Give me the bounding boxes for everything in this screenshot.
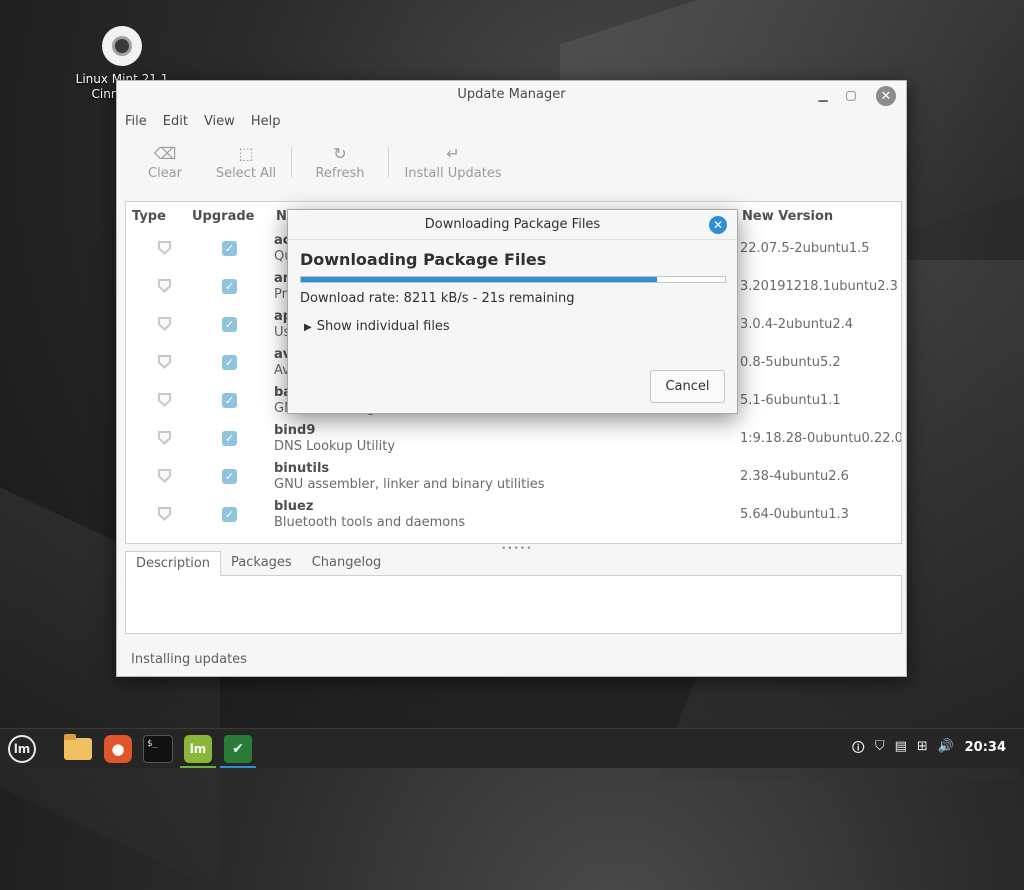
download-rate-text: Download rate: 8211 kB/s - 21s remaining — [300, 291, 575, 306]
package-version: 3.0.4-2ubuntu2.4 — [740, 317, 854, 332]
taskbar: lm ● $_ lm ✔ 🛈 ⛉ ▤ ⊞ 🔊 20:34 — [0, 728, 1024, 768]
upgrade-checkbox[interactable]: ✓ — [222, 507, 237, 522]
package-version: 5.64-0ubuntu1.3 — [740, 507, 849, 522]
software-manager-launcher[interactable]: lm — [182, 733, 214, 765]
download-dialog: Downloading Package Files ✕ Downloading … — [287, 209, 738, 414]
tab-changelog[interactable]: Changelog — [302, 551, 392, 577]
column-new-version[interactable]: New Version — [742, 209, 833, 224]
package-version: 2.38-4ubuntu2.6 — [740, 469, 849, 484]
tab-description[interactable]: Description — [125, 551, 222, 577]
install-icon: ↵ — [446, 143, 460, 163]
shield-icon[interactable]: ⛉ — [875, 739, 885, 761]
network-icon[interactable]: ⊞ — [917, 739, 928, 761]
column-upgrade[interactable]: Upgrade — [192, 209, 254, 224]
mint-app-icon: lm — [184, 735, 212, 763]
notification-icon[interactable]: 🛈 — [852, 739, 865, 761]
upgrade-checkbox[interactable]: ✓ — [222, 241, 237, 256]
select-all-icon: ⬚ — [238, 143, 254, 163]
table-row[interactable]: ✓ bluez Bluetooth tools and daemons 5.64-0u… — [126, 497, 901, 535]
toolbar-separator — [291, 147, 292, 177]
terminal-launcher[interactable]: $_ — [142, 733, 174, 765]
maximize-button[interactable]: ▢ — [842, 86, 860, 104]
shield-icon — [158, 393, 171, 407]
clear-button[interactable]: ⌫ Clear — [125, 144, 205, 181]
details-tabs: Description Packages Changelog — [125, 551, 391, 577]
package-description: GNU assembler, linker and binary utiliti… — [274, 477, 545, 492]
package-name: binutils — [274, 461, 330, 476]
table-row[interactable]: ✓ binutils GNU assembler, linker and binar… — [126, 459, 901, 497]
progress-fill — [301, 277, 658, 282]
package-version: 3.20191218.1ubuntu2.3 — [740, 279, 898, 294]
show-files-expander[interactable]: ▶ Show individual files — [304, 319, 450, 334]
toolbar-separator — [388, 147, 389, 177]
system-tray: 🛈 ⛉ ▤ ⊞ 🔊 — [852, 739, 954, 761]
close-window-button[interactable]: ✕ — [876, 86, 896, 106]
shield-icon — [158, 355, 171, 369]
menubar: File Edit View Help — [117, 109, 906, 133]
shield-icon — [158, 431, 171, 445]
expander-triangle-icon: ▶ — [304, 322, 312, 333]
mint-logo-icon: lm — [8, 735, 36, 763]
column-type[interactable]: Type — [132, 209, 166, 224]
terminal-icon: $_ — [143, 735, 173, 763]
toolbar: ⌫ Clear ⬚ Select All ↻ Refresh ↵ Install… — [117, 133, 906, 191]
cancel-button[interactable]: Cancel — [650, 370, 725, 403]
tab-packages[interactable]: Packages — [221, 551, 302, 577]
shield-icon — [158, 241, 171, 255]
shield-icon — [158, 469, 171, 483]
shield-icon — [158, 279, 171, 293]
dialog-title: Downloading Package Files — [424, 217, 601, 232]
description-panel — [125, 575, 902, 634]
shield-check-icon: ✔ — [224, 735, 252, 763]
install-updates-button[interactable]: ↵ Install Updates — [395, 144, 511, 181]
package-version: 1:9.18.28-0ubuntu0.22.04.1 — [740, 431, 901, 446]
shield-icon — [158, 507, 171, 521]
upgrade-checkbox[interactable]: ✓ — [222, 431, 237, 446]
shield-icon — [158, 317, 171, 331]
status-bar-text: Installing updates — [131, 652, 247, 667]
upgrade-checkbox[interactable]: ✓ — [222, 469, 237, 484]
refresh-icon: ↻ — [333, 143, 347, 163]
firefox-icon: ● — [104, 735, 132, 763]
window-titlebar[interactable]: Update Manager ▁ ▢ ✕ — [117, 81, 906, 109]
clock[interactable]: 20:34 — [965, 740, 1006, 755]
window-title: Update Manager — [457, 87, 566, 102]
refresh-button[interactable]: ↻ Refresh — [298, 144, 382, 181]
menu-edit[interactable]: Edit — [163, 114, 188, 129]
clipboard-icon[interactable]: ▤ — [895, 739, 907, 761]
files-launcher[interactable] — [62, 733, 94, 765]
clear-icon: ⌫ — [153, 143, 177, 163]
package-name: bluez — [274, 499, 314, 514]
upgrade-checkbox[interactable]: ✓ — [222, 355, 237, 370]
menu-view[interactable]: View — [204, 114, 235, 129]
package-description: DNS Lookup Utility — [274, 439, 396, 454]
menu-help[interactable]: Help — [251, 114, 281, 129]
start-menu-button[interactable]: lm — [6, 733, 38, 765]
upgrade-checkbox[interactable]: ✓ — [222, 393, 237, 408]
menu-file[interactable]: File — [125, 114, 147, 129]
volume-icon[interactable]: 🔊 — [938, 739, 954, 761]
package-version: 5.1-6ubuntu1.1 — [740, 393, 841, 408]
update-manager-taskbar-item[interactable]: ✔ — [220, 733, 256, 765]
upgrade-checkbox[interactable]: ✓ — [222, 279, 237, 294]
upgrade-checkbox[interactable]: ✓ — [222, 317, 237, 332]
package-description: Bluetooth tools and daemons — [274, 515, 466, 530]
dialog-close-icon[interactable]: ✕ — [709, 216, 727, 234]
package-version: 22.07.5-2ubuntu1.5 — [740, 241, 870, 256]
computer-icon — [102, 26, 142, 66]
pane-resize-handle[interactable]: ••••• — [501, 544, 533, 554]
firefox-launcher[interactable]: ● — [102, 733, 134, 765]
package-version: 0.8-5ubuntu5.2 — [740, 355, 841, 370]
dialog-heading: Downloading Package Files — [300, 250, 547, 269]
folder-icon — [64, 734, 92, 760]
select-all-button[interactable]: ⬚ Select All — [207, 144, 285, 181]
download-progress-bar — [300, 276, 726, 283]
package-name: bind9 — [274, 423, 316, 438]
dialog-titlebar[interactable]: Downloading Package Files ✕ — [288, 210, 737, 240]
table-row[interactable]: ✓ bind9 DNS Lookup Utility 1:9.18.28-0ubunt… — [126, 421, 901, 459]
minimize-button[interactable]: ▁ — [814, 86, 832, 104]
